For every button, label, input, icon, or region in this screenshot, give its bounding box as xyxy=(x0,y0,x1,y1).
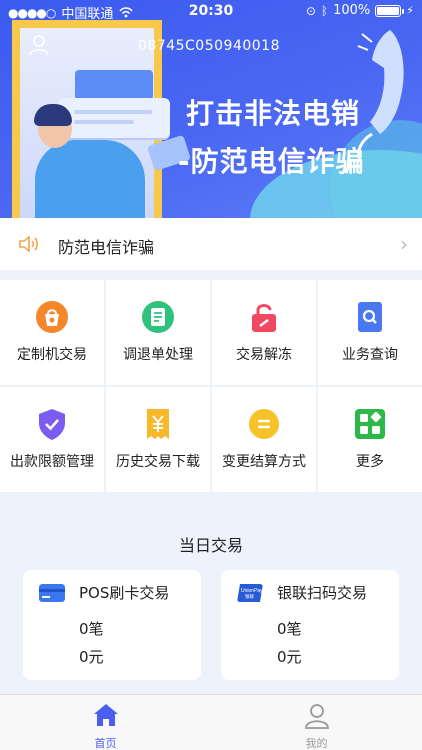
unionpay-scan-trade-card[interactable]: UnionPay 银联 银联扫码交易 0笔 0元 xyxy=(221,570,399,680)
person-icon xyxy=(304,704,329,729)
grid-item-label: 调退单处理 xyxy=(123,347,193,363)
merchant-id: 08745C050940018 xyxy=(138,38,280,54)
banner-person xyxy=(35,140,145,218)
grid-item-chargeback[interactable]: 调退单处理 xyxy=(106,280,210,385)
function-grid: 定制机交易 调退单处理 交易解冻 业务查询 出款限额管理 历史交易下载 变更结算… xyxy=(0,280,422,492)
trade-count: 0笔 xyxy=(277,620,302,638)
battery-percent: 100% xyxy=(333,3,371,18)
unlock-icon xyxy=(252,304,276,332)
rotation-lock-icon: ⊙ xyxy=(305,3,316,18)
grid-item-custom-device-trade[interactable]: 定制机交易 xyxy=(0,280,104,385)
grid-item-label: 出款限额管理 xyxy=(10,454,94,470)
shield-check-icon xyxy=(39,409,65,440)
charging-icon: ⚡ xyxy=(406,4,414,17)
grid-item-label: 业务查询 xyxy=(342,347,398,363)
receipt-yen-icon xyxy=(147,409,169,439)
grid-item-more[interactable]: 更多 xyxy=(318,387,422,492)
banner-slogan-line2: -防范电信诈骗 xyxy=(178,145,365,178)
notice-bar[interactable]: 防范电信诈骗 › xyxy=(0,218,422,270)
trade-amount: 0元 xyxy=(277,648,302,666)
promo-banner[interactable]: 08745C050940018 打击非法电销 -防范电信诈骗 xyxy=(0,0,422,218)
grid-item-business-query[interactable]: 业务查询 xyxy=(318,280,422,385)
notice-text: 防范电信诈骗 xyxy=(58,238,155,257)
battery-icon xyxy=(375,4,405,17)
banner-chat-bubble xyxy=(58,98,170,138)
grid-item-label: 更多 xyxy=(356,454,384,470)
tab-home[interactable]: 首页 xyxy=(0,695,211,750)
bag-icon xyxy=(36,301,68,333)
tab-home-label: 首页 xyxy=(94,737,117,750)
banner-slogan-line1: 打击非法电销 xyxy=(186,97,361,130)
grid-item-payout-limit[interactable]: 出款限额管理 xyxy=(0,387,104,492)
pos-card-trade-card[interactable]: POS刷卡交易 0笔 0元 xyxy=(23,570,201,680)
tab-mine-label: 我的 xyxy=(305,737,328,750)
svg-text:银联: 银联 xyxy=(245,593,254,600)
unionpay-icon: UnionPay 银联 xyxy=(237,584,263,602)
trade-amount: 0元 xyxy=(79,648,104,666)
grid-item-label: 交易解冻 xyxy=(236,347,292,363)
speaker-icon xyxy=(19,235,39,253)
grid-item-label: 变更结算方式 xyxy=(222,454,306,470)
banner-chat-bubble xyxy=(75,70,153,100)
bluetooth-icon: ᛒ xyxy=(320,3,329,18)
chevron-right-icon: › xyxy=(400,232,408,256)
search-doc-icon xyxy=(358,302,382,332)
card-title: POS刷卡交易 xyxy=(79,584,170,602)
trade-count: 0笔 xyxy=(79,620,104,638)
svg-text:UnionPay: UnionPay xyxy=(241,588,263,594)
apps-grid-icon xyxy=(355,409,385,439)
today-section-title: 当日交易 xyxy=(178,536,243,555)
banner-person-hair xyxy=(34,104,72,126)
grid-item-label: 历史交易下载 xyxy=(116,454,200,470)
tab-mine[interactable]: 我的 xyxy=(211,695,422,750)
card-title: 银联扫码交易 xyxy=(277,584,368,602)
grid-item-history-download[interactable]: 历史交易下载 xyxy=(106,387,210,492)
grid-item-settlement-change[interactable]: 变更结算方式 xyxy=(212,387,316,492)
user-icon[interactable] xyxy=(28,34,50,56)
bottom-tab-bar: 首页 我的 xyxy=(0,694,422,750)
status-bar: ●●●●○ 中国联通 20:30 ⊙ ᛒ 100% ⚡ xyxy=(0,0,422,22)
grid-item-label: 定制机交易 xyxy=(17,347,87,363)
document-icon xyxy=(142,301,174,333)
home-icon xyxy=(93,704,118,726)
grid-item-trade-unfreeze[interactable]: 交易解冻 xyxy=(212,280,316,385)
exchange-icon xyxy=(249,409,279,439)
card-icon xyxy=(39,584,65,602)
